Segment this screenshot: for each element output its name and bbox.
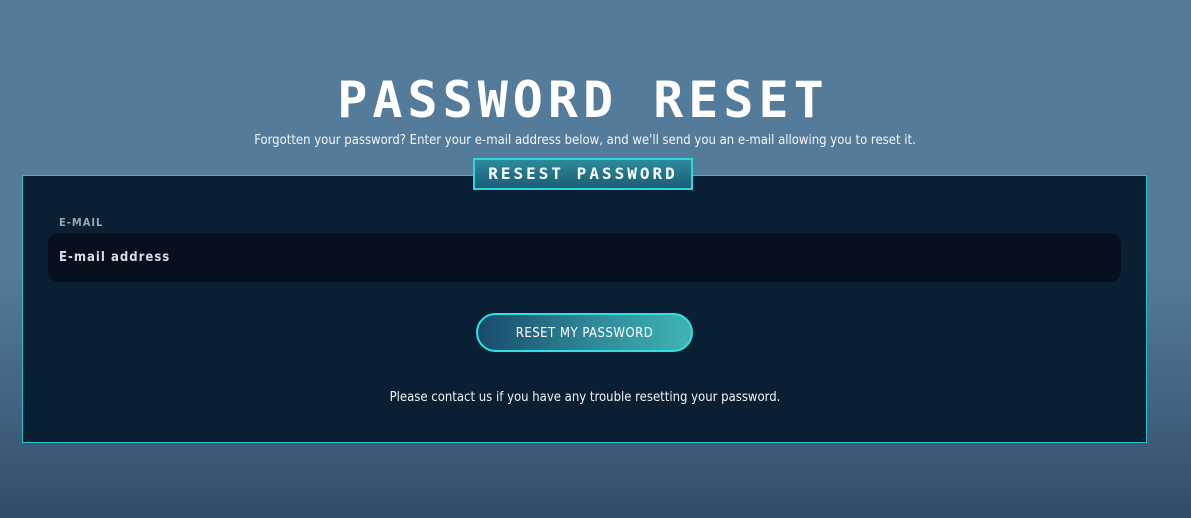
email-label: E-MAIL — [59, 216, 104, 229]
page-subtitle: Forgotten your password? Enter your e-ma… — [254, 133, 916, 148]
reset-password-button[interactable]: RESET MY PASSWORD — [476, 313, 693, 352]
email-input[interactable] — [48, 233, 1121, 282]
card-tag: RESEST PASSWORD — [473, 158, 693, 190]
page-title: PASSWORD RESET — [337, 70, 829, 129]
help-text: Please contact us if you have any troubl… — [389, 390, 781, 405]
